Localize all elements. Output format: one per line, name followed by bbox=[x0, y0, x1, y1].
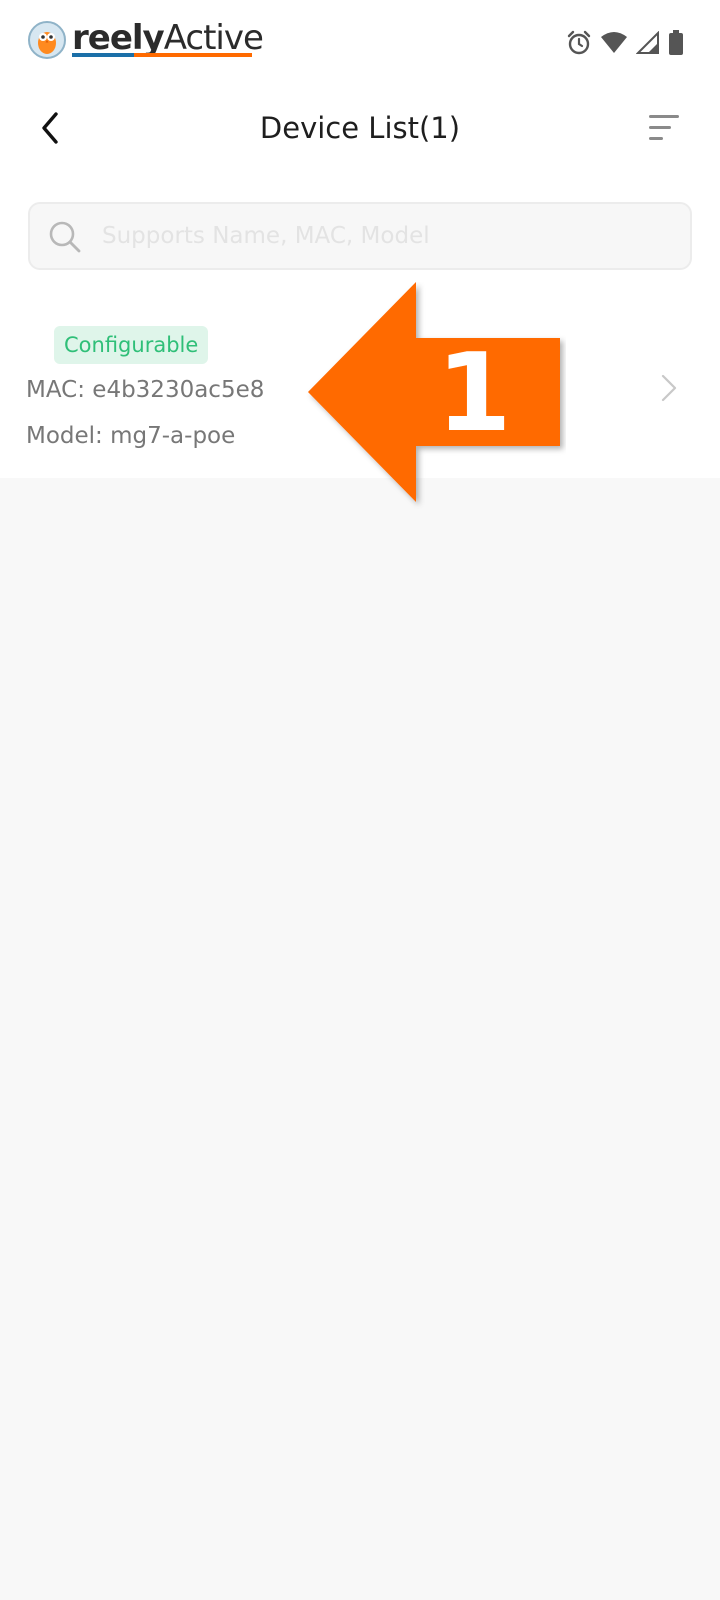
battery-icon bbox=[669, 30, 683, 55]
annotation-number: 1 bbox=[436, 331, 512, 456]
logo-underline-blue bbox=[72, 53, 134, 57]
sort-lines-icon bbox=[649, 115, 679, 140]
search-input[interactable] bbox=[94, 204, 674, 268]
status-bar: reelyActive bbox=[0, 0, 720, 80]
logo-underline-orange bbox=[134, 53, 252, 57]
status-badge: Configurable bbox=[54, 326, 209, 364]
device-mac: MAC: e4b3230ac5e8 bbox=[26, 377, 265, 403]
annotation-arrow: 1 bbox=[304, 282, 566, 510]
page-title: Device List(1) bbox=[259, 111, 461, 145]
sort-filter-button[interactable] bbox=[640, 104, 688, 152]
chevron-right-icon bbox=[661, 374, 677, 402]
alarm-icon bbox=[567, 30, 591, 55]
device-list-screen: reelyActive Device List(1) Supports Name… bbox=[0, 0, 720, 1600]
logo-wordmark: reelyActive bbox=[72, 18, 264, 58]
wifi-icon bbox=[601, 32, 627, 53]
logo-text-reely: reely bbox=[72, 18, 165, 58]
search-bar[interactable] bbox=[28, 202, 692, 270]
owl-logo-icon bbox=[28, 21, 66, 59]
device-model: Model: mg7-a-poe bbox=[26, 423, 236, 449]
search-icon bbox=[49, 221, 81, 253]
system-status-icons bbox=[566, 30, 684, 56]
app-header: Device List(1) bbox=[0, 90, 720, 166]
logo-text-active: Active bbox=[163, 18, 264, 58]
cell-signal-icon bbox=[636, 31, 659, 54]
